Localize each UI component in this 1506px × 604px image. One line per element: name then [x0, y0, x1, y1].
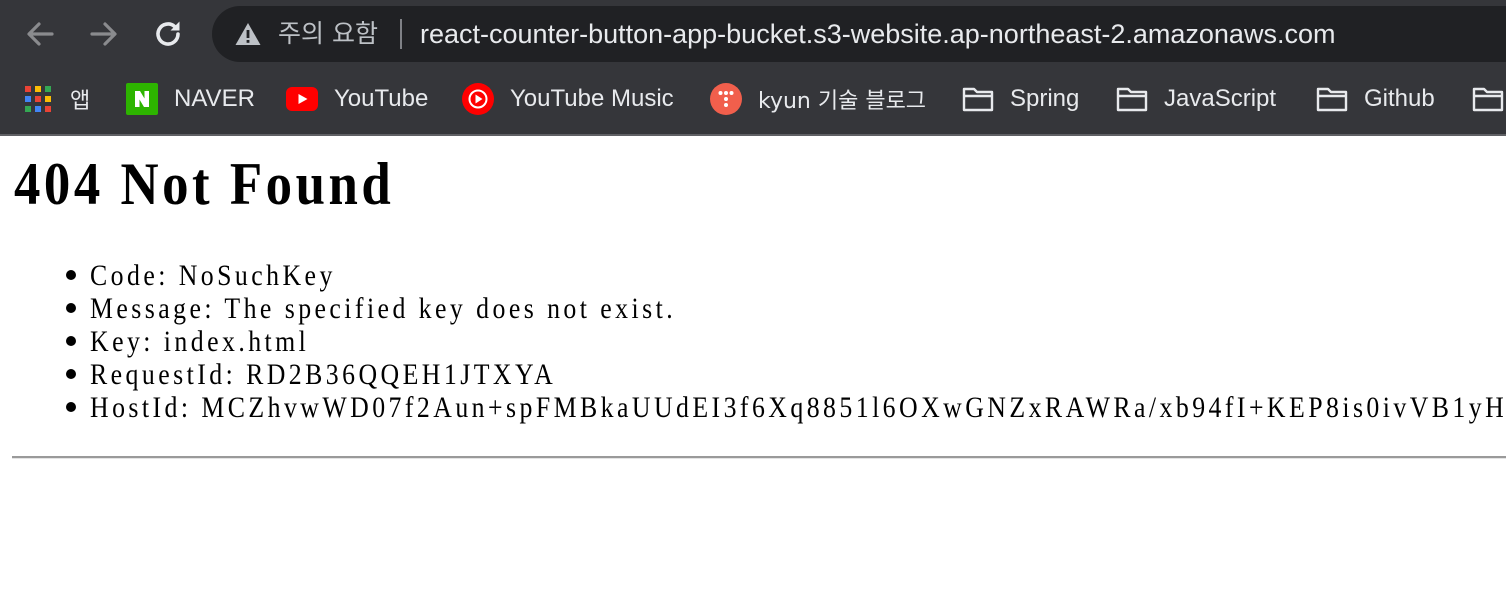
bookmark-label: Spring: [1010, 85, 1080, 112]
folder-icon: [1116, 83, 1148, 115]
error-key: Key: index.html: [90, 325, 310, 358]
bookmarks-bar: 앱 NAVER YouTube YouTube Music kyun 기술 블로…: [0, 68, 1506, 134]
bookmark-label: NAVER: [174, 85, 255, 112]
bookmark-apps[interactable]: 앱: [22, 68, 90, 130]
reload-button[interactable]: [148, 14, 188, 54]
error-message: Message: The specified key does not exis…: [90, 292, 677, 325]
apps-grid-icon: [22, 83, 54, 115]
browser-toolbar: 주의 요함 react-counter-button-app-bucket.s3…: [0, 0, 1506, 68]
list-bullet: [66, 303, 76, 313]
list-bullet: [66, 270, 76, 280]
bookmark-kyun-blog[interactable]: kyun 기술 블로그: [710, 68, 926, 130]
list-bullet: [66, 369, 76, 379]
error-details-list: Code: NoSuchKey Message: The specified k…: [90, 259, 1506, 424]
bookmark-folder-javascript[interactable]: JavaScript: [1116, 68, 1276, 130]
list-bullet: [66, 336, 76, 346]
arrow-right-icon: [90, 22, 117, 46]
security-status-label[interactable]: 주의 요함: [278, 14, 378, 54]
bookmark-naver[interactable]: NAVER: [126, 68, 255, 130]
back-button[interactable]: [20, 14, 60, 54]
bookmark-label: YouTube Music: [510, 85, 674, 112]
bookmark-label: Github: [1364, 85, 1435, 112]
error-request-id: RequestId: RD2B36QQEH1JTXYA: [90, 358, 557, 391]
folder-icon: [1472, 83, 1504, 115]
bookmark-folder-overflow[interactable]: [1472, 68, 1504, 130]
error-host-id: HostId: MCZhvwWD07f2Aun+spFMBkaUUdEI3f6X…: [90, 391, 1506, 424]
folder-icon: [962, 83, 994, 115]
forward-button[interactable]: [84, 14, 124, 54]
naver-icon: [126, 83, 158, 115]
url-text[interactable]: react-counter-button-app-bucket.s3-websi…: [420, 14, 1335, 54]
youtube-music-icon: [462, 83, 494, 115]
page-content: 404 Not Found Code: NoSuchKey Message: T…: [0, 136, 1506, 604]
youtube-icon: [286, 83, 318, 115]
list-bullet: [66, 402, 76, 412]
bookmark-label: 앱: [70, 89, 91, 114]
bookmark-folder-spring[interactable]: Spring: [962, 68, 1079, 130]
error-code: Code: NoSuchKey: [90, 259, 336, 292]
bookmark-youtube[interactable]: YouTube: [286, 68, 428, 130]
folder-icon: [1316, 83, 1348, 115]
tistory-icon: [710, 83, 742, 115]
horizontal-rule: [12, 456, 1506, 459]
bookmark-youtube-music[interactable]: YouTube Music: [462, 68, 674, 130]
bookmark-label: kyun 기술 블로그: [758, 89, 927, 114]
address-divider: [400, 19, 402, 49]
bookmark-folder-github[interactable]: Github: [1316, 68, 1435, 130]
page-title: 404 Not Found: [14, 151, 395, 217]
warning-icon[interactable]: [234, 21, 262, 47]
bookmark-label: JavaScript: [1164, 85, 1277, 112]
bookmark-label: YouTube: [334, 85, 429, 112]
arrow-left-icon: [27, 22, 54, 46]
reload-icon: [156, 21, 180, 46]
